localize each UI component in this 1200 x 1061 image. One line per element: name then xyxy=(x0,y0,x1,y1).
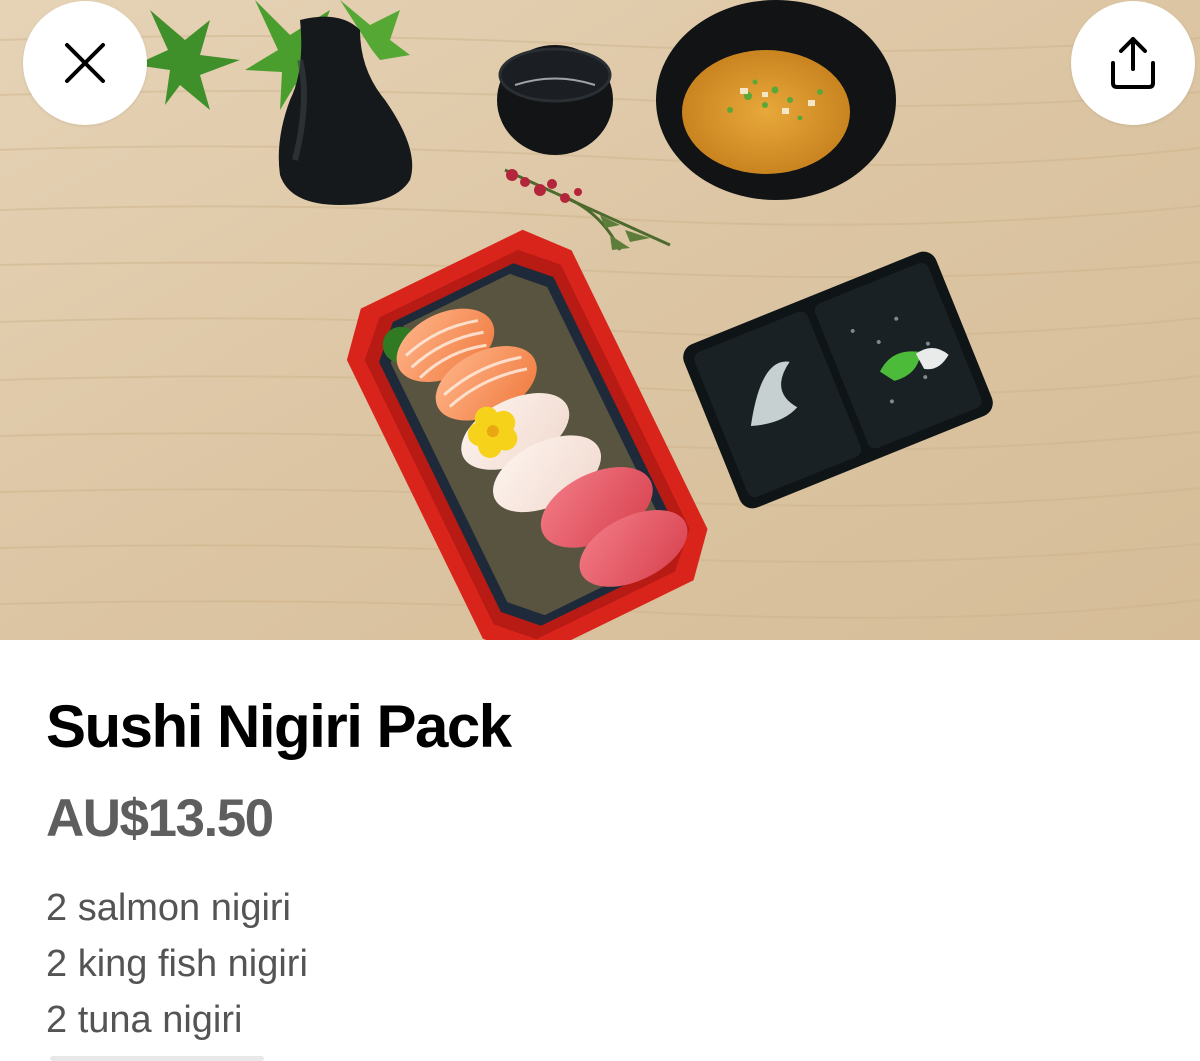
item-details: Sushi Nigiri Pack AU$13.50 2 salmon nigi… xyxy=(0,640,1200,1061)
item-price: AU$13.50 xyxy=(46,789,274,848)
item-photo xyxy=(0,0,1200,640)
close-button[interactable] xyxy=(23,1,147,125)
scroll-hint-bar xyxy=(50,1056,264,1061)
item-description: 2 salmon nigiri 2 king fish nigiri 2 tun… xyxy=(46,880,308,1048)
description-line: 2 salmon nigiri xyxy=(46,887,291,929)
share-button[interactable] xyxy=(1071,1,1195,125)
item-title: Sushi Nigiri Pack xyxy=(46,693,512,760)
description-line: 2 tuna nigiri xyxy=(46,999,243,1041)
close-icon xyxy=(65,43,105,83)
share-icon xyxy=(1111,37,1155,89)
description-line: 2 king fish nigiri xyxy=(46,943,308,985)
item-detail-page: Sushi Nigiri Pack AU$13.50 2 salmon nigi… xyxy=(0,0,1200,1061)
